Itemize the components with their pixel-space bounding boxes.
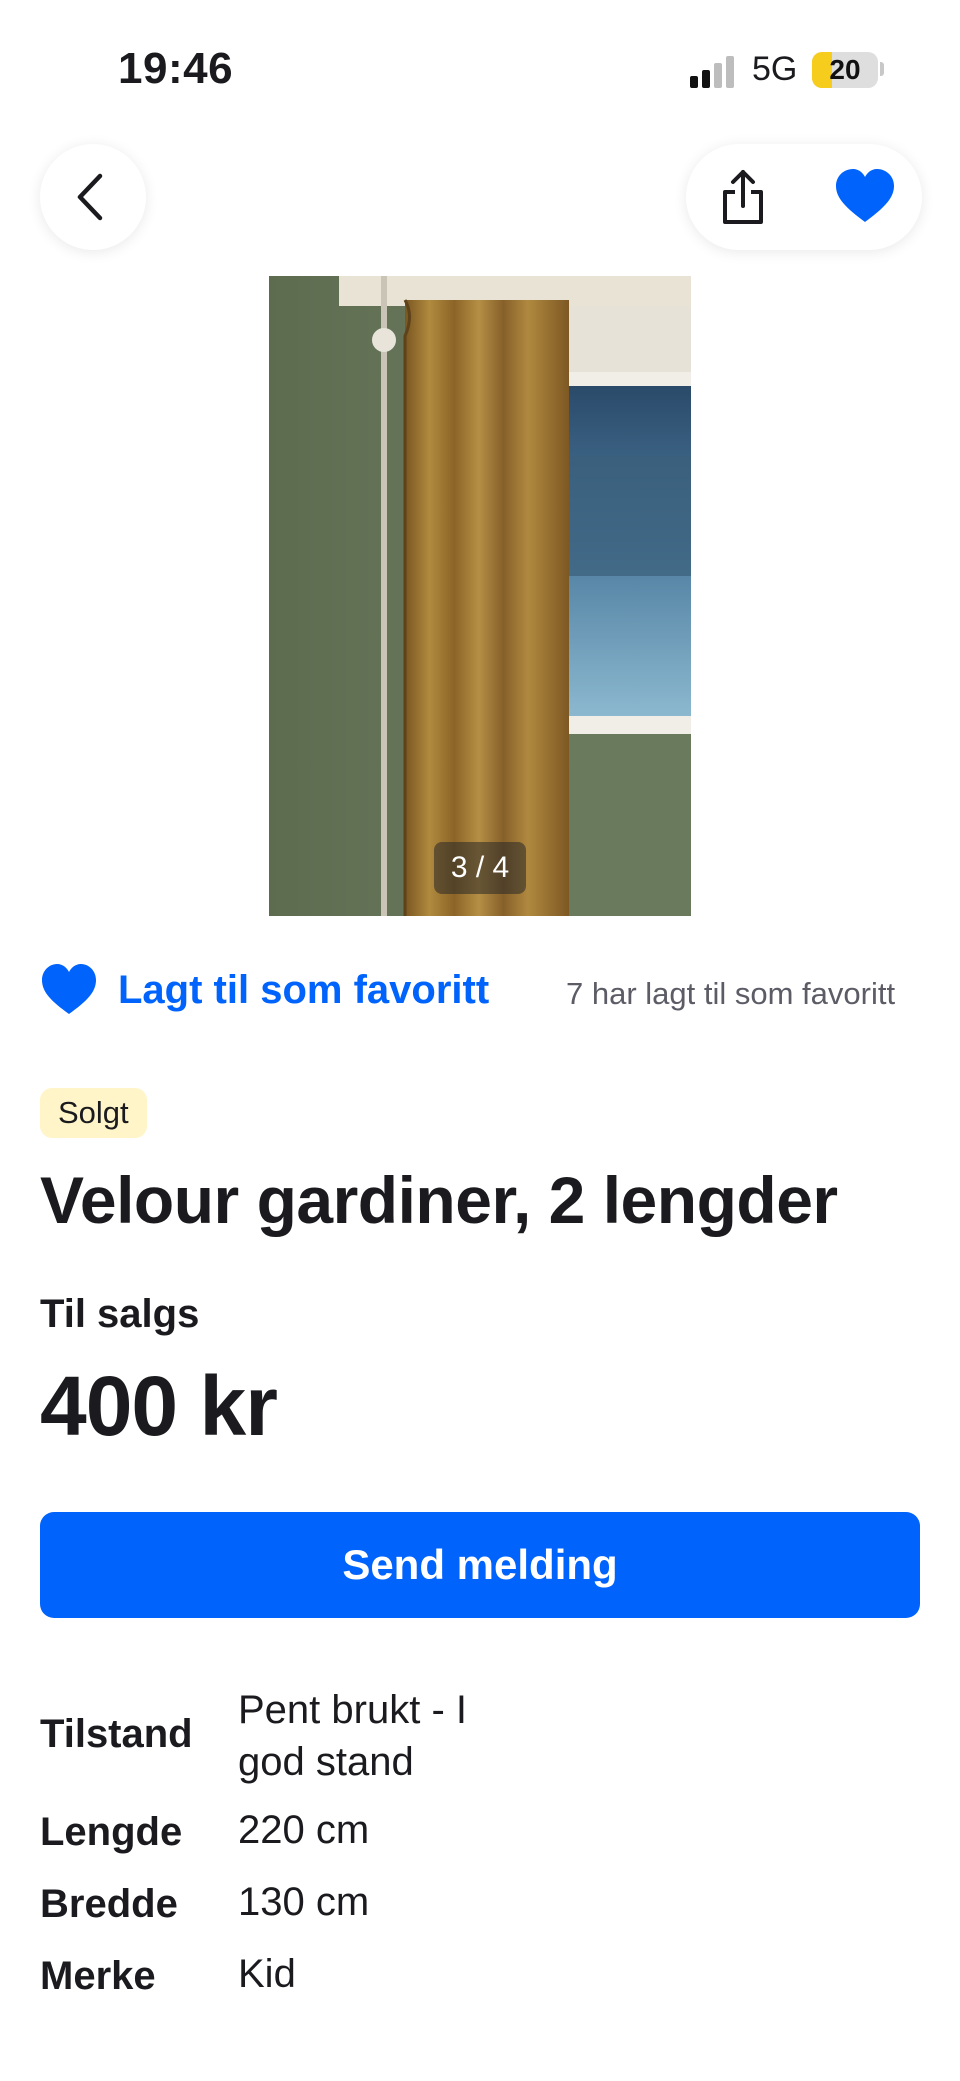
spec-value-width: 130 cm [238, 1880, 370, 1924]
gallery-counter: 3 / 4 [434, 842, 526, 894]
battery-level: 20 [829, 54, 861, 85]
chevron-left-icon [77, 173, 103, 221]
status-badge: Solgt [40, 1088, 147, 1138]
sale-type: Til salgs [40, 1292, 200, 1336]
status-time: 19:46 [118, 44, 234, 93]
signal-icon [690, 56, 736, 88]
favorite-count: 7 har lagt til som favoritt [566, 976, 896, 1011]
spec-key-brand: Merke [40, 1954, 156, 1998]
spec-key-condition: Tilstand [40, 1712, 193, 1756]
favorite-heart-icon[interactable] [40, 962, 98, 1016]
listing-title: Velour gardiner, 2 lengder [40, 1163, 838, 1237]
spec-value-brand: Kid [238, 1952, 296, 1996]
curtain-image [269, 276, 691, 916]
battery-nub [880, 62, 884, 76]
spec-value-condition-line2: god stand [238, 1740, 414, 1784]
spec-key-length: Lengde [40, 1810, 183, 1854]
spec-value-condition-line1: Pent brukt - I [238, 1688, 467, 1732]
listing-photo[interactable] [269, 276, 691, 916]
spec-key-width: Bredde [40, 1882, 178, 1926]
spec-value-length: 220 cm [238, 1808, 370, 1852]
send-message-button[interactable]: Send melding [40, 1512, 920, 1618]
action-pill [686, 144, 922, 250]
battery-icon: 20 [812, 52, 878, 88]
heart-icon[interactable] [832, 164, 898, 230]
favorite-label[interactable]: Lagt til som favoritt [118, 968, 489, 1013]
price: 400 kr [40, 1359, 278, 1453]
back-button[interactable] [40, 144, 146, 250]
share-icon[interactable] [708, 162, 778, 232]
network-label: 5G [752, 50, 798, 88]
